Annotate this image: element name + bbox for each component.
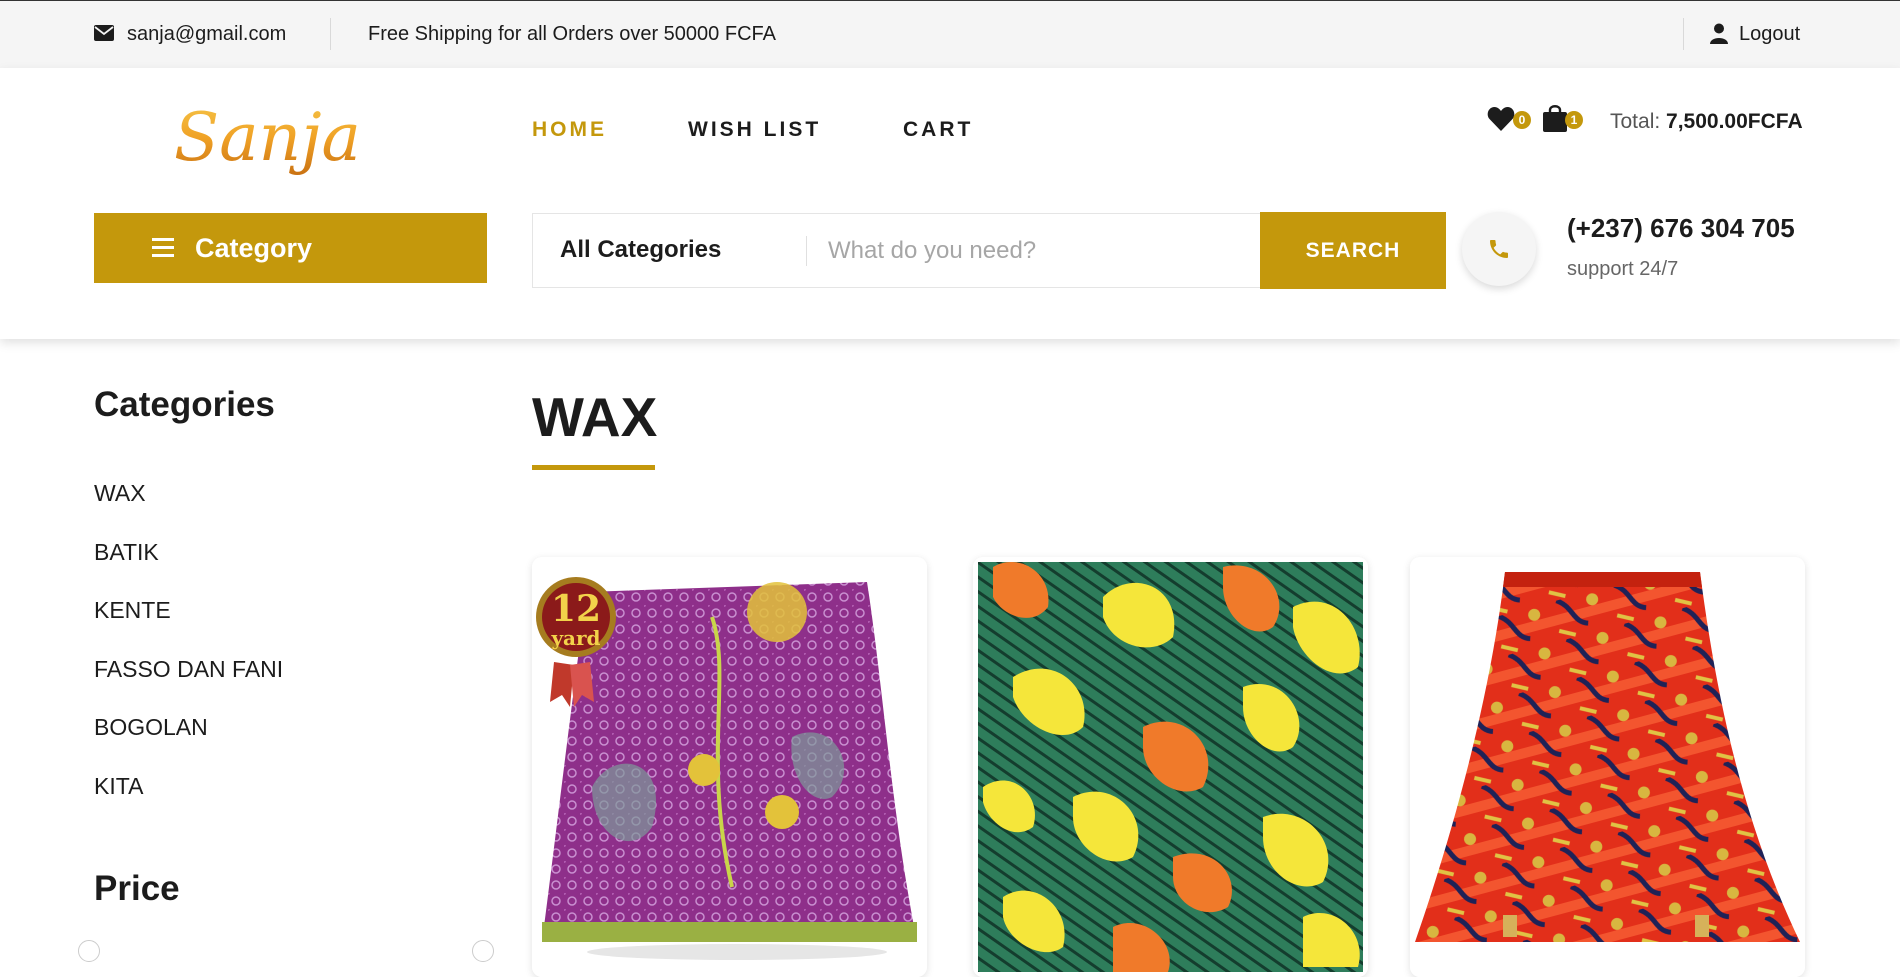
price-slider-max-handle[interactable] xyxy=(472,940,494,962)
divider xyxy=(1683,18,1684,50)
svg-text:12: 12 xyxy=(551,588,601,630)
product-image xyxy=(973,557,1368,977)
category-item-fasso-dan-fani[interactable]: FASSO DAN FANI xyxy=(94,656,283,715)
wishlist-count-badge: 0 xyxy=(1513,111,1531,129)
top-bar: sanja@gmail.com Free Shipping for all Or… xyxy=(0,0,1900,68)
cart-total-value: 7,500.00FCFA xyxy=(1666,110,1803,133)
cart-total: Total: 7,500.00FCFA xyxy=(1610,110,1803,134)
shipping-notice: Free Shipping for all Orders over 50000 … xyxy=(368,23,776,45)
category-item-batik[interactable]: BATIK xyxy=(94,539,283,598)
divider xyxy=(330,18,331,50)
search-button[interactable]: SEARCH xyxy=(1260,212,1446,289)
sanja-logo[interactable]: Sanja xyxy=(170,88,360,198)
category-item-kente[interactable]: KENTE xyxy=(94,597,283,656)
product-image xyxy=(1410,557,1805,977)
category-button-label: Category xyxy=(195,233,313,263)
svg-text:Sanja: Sanja xyxy=(174,99,360,176)
divider xyxy=(806,236,807,266)
user-icon[interactable] xyxy=(1710,23,1728,44)
phone-icon xyxy=(1490,240,1508,258)
price-slider-min-handle[interactable] xyxy=(78,940,100,962)
support-phone[interactable]: (+237) 676 304 705 xyxy=(1567,213,1795,244)
category-item-bogolan[interactable]: BOGOLAN xyxy=(94,714,283,773)
categories-title: Categories xyxy=(94,385,275,424)
nav-cart[interactable]: CART xyxy=(903,118,973,142)
contact-email[interactable]: sanja@gmail.com xyxy=(127,23,286,46)
nav-home[interactable]: HOME xyxy=(532,118,607,142)
svg-text:yard: yard xyxy=(550,626,600,650)
search-input[interactable] xyxy=(818,226,1258,276)
phone-button[interactable] xyxy=(1462,212,1536,286)
product-image: 12 yard xyxy=(532,557,927,977)
price-title: Price xyxy=(94,869,180,908)
logout-link[interactable]: Logout xyxy=(1739,23,1800,46)
menu-icon xyxy=(152,238,174,258)
heart-icon[interactable] xyxy=(1487,106,1515,132)
envelope-icon xyxy=(94,25,114,41)
product-card[interactable]: 12 yard xyxy=(532,557,927,977)
shopping-bag-icon[interactable] xyxy=(1543,104,1567,132)
cart-total-label: Total: xyxy=(1610,110,1667,133)
category-item-wax[interactable]: WAX xyxy=(94,480,283,539)
category-item-kita[interactable]: KITA xyxy=(94,773,283,832)
search-category-select[interactable]: All Categories xyxy=(560,236,721,264)
support-hours: support 24/7 xyxy=(1567,258,1679,280)
category-list: WAX BATIK KENTE FASSO DAN FANI BOGOLAN K… xyxy=(94,480,283,831)
product-card[interactable] xyxy=(973,557,1368,977)
category-button[interactable]: Category xyxy=(94,213,487,283)
product-card[interactable] xyxy=(1410,557,1805,977)
title-underline xyxy=(532,465,655,470)
site-header: Sanja HOME WISH LIST CART 0 1 Total: 7,5… xyxy=(0,68,1900,339)
page-title: WAX xyxy=(532,386,658,448)
nav-wish-list[interactable]: WISH LIST xyxy=(688,118,821,142)
cart-count-badge: 1 xyxy=(1565,111,1583,129)
